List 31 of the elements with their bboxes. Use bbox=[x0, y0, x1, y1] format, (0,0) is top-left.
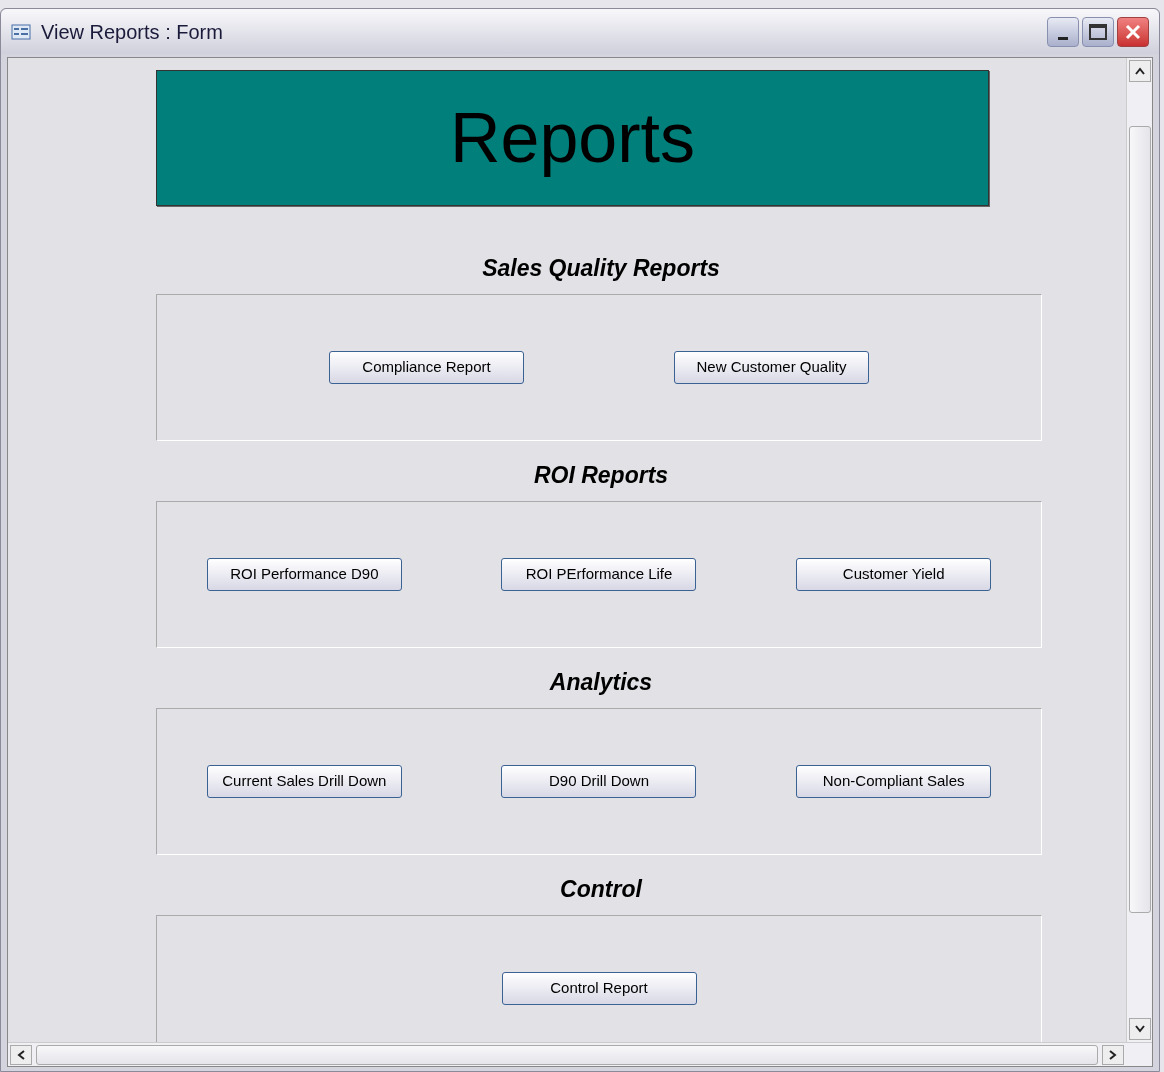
report-button[interactable]: Non-Compliant Sales bbox=[796, 765, 992, 798]
scroll-left-button[interactable] bbox=[10, 1044, 32, 1065]
report-button[interactable]: ROI Performance D90 bbox=[206, 558, 402, 591]
horizontal-scrollbar[interactable] bbox=[8, 1042, 1152, 1066]
report-button[interactable]: Current Sales Drill Down bbox=[206, 765, 402, 798]
section-heading: Sales Quality Reports bbox=[482, 253, 720, 283]
report-button[interactable]: New Customer Quality bbox=[674, 351, 869, 384]
chevron-down-icon bbox=[1134, 1025, 1145, 1033]
close-icon bbox=[1125, 23, 1141, 40]
maximize-button[interactable] bbox=[1082, 16, 1114, 47]
scroll-right-button[interactable] bbox=[1102, 1044, 1124, 1065]
report-button[interactable]: ROI PErformance Life bbox=[501, 558, 697, 591]
chevron-left-icon bbox=[17, 1049, 25, 1060]
report-button[interactable]: Control Report bbox=[501, 972, 697, 1005]
vertical-scrollbar[interactable] bbox=[1126, 58, 1152, 1042]
report-button[interactable]: Customer Yield bbox=[796, 558, 992, 591]
scroll-down-button[interactable] bbox=[1128, 1018, 1151, 1040]
report-button[interactable]: Compliance Report bbox=[329, 351, 524, 384]
close-button[interactable] bbox=[1117, 16, 1149, 47]
section-heading: Analytics bbox=[549, 667, 653, 697]
window-title: View Reports : Form bbox=[41, 19, 223, 45]
scroll-up-button[interactable] bbox=[1128, 60, 1151, 82]
section-heading: Control bbox=[560, 874, 642, 904]
scroll-thumb[interactable] bbox=[36, 1044, 1098, 1065]
report-button[interactable]: D90 Drill Down bbox=[501, 765, 697, 798]
chevron-right-icon bbox=[1109, 1049, 1117, 1060]
form-icon bbox=[11, 23, 31, 40]
minimize-button[interactable] bbox=[1047, 16, 1079, 47]
section-heading: ROI Reports bbox=[533, 460, 669, 490]
scroll-thumb[interactable] bbox=[1128, 126, 1151, 913]
chevron-up-icon bbox=[1134, 67, 1145, 75]
